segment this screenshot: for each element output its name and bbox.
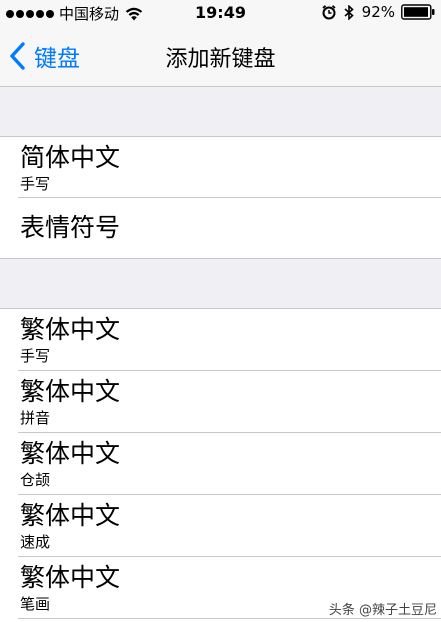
keyboard-title: 繁体中文 xyxy=(20,563,121,592)
navigation-bar: 键盘 添加新键盘 xyxy=(0,26,441,87)
list-item[interactable]: 繁体中文 手写 xyxy=(0,309,441,371)
keyboard-group-2: 繁体中文 手写 繁体中文 拼音 繁体中文 仓颉 繁体中文 速成 繁体中文 笔画 xyxy=(0,308,441,622)
keyboard-subtitle: 速成 xyxy=(20,533,51,551)
keyboard-title: 繁体中文 xyxy=(20,315,121,344)
list-item[interactable]: 简体中文 手写 xyxy=(0,137,441,198)
keyboard-subtitle: 仓颉 xyxy=(20,471,51,489)
page-title: 添加新键盘 xyxy=(165,47,276,72)
battery-percent: 92% xyxy=(361,3,395,21)
list-item[interactable]: 繁体中文 速成 xyxy=(0,495,441,557)
list-item[interactable]: 繁体中文 拼音 xyxy=(0,371,441,433)
alarm-icon xyxy=(322,4,336,19)
bluetooth-icon xyxy=(344,4,354,20)
keyboard-title: 繁体中文 xyxy=(20,377,121,406)
keyboard-title: 繁体中文 xyxy=(20,439,121,468)
keyboard-subtitle: 笔画 xyxy=(20,595,51,613)
keyboard-title: 表情符号 xyxy=(20,213,121,242)
list-item[interactable]: 繁体中文 仓颉 xyxy=(0,433,441,495)
screen: 中国移动 19:49 92% 键盘 添加新键盘 简体中文 手写 表情符号 繁体中… xyxy=(0,0,441,622)
status-bar: 中国移动 19:49 92% xyxy=(0,0,441,26)
keyboard-subtitle: 手写 xyxy=(20,347,51,365)
list-item[interactable]: 表情符号 xyxy=(0,198,441,259)
keyboard-subtitle: 手写 xyxy=(20,175,51,193)
status-right: 92% xyxy=(322,3,435,21)
keyboard-group-1: 简体中文 手写 表情符号 xyxy=(0,136,441,259)
keyboard-subtitle: 拼音 xyxy=(20,409,51,427)
keyboard-title: 繁体中文 xyxy=(20,501,121,530)
watermark: 头条 @辣子土豆尼 xyxy=(328,603,437,618)
battery-icon xyxy=(401,4,435,20)
keyboard-title: 简体中文 xyxy=(20,143,121,172)
